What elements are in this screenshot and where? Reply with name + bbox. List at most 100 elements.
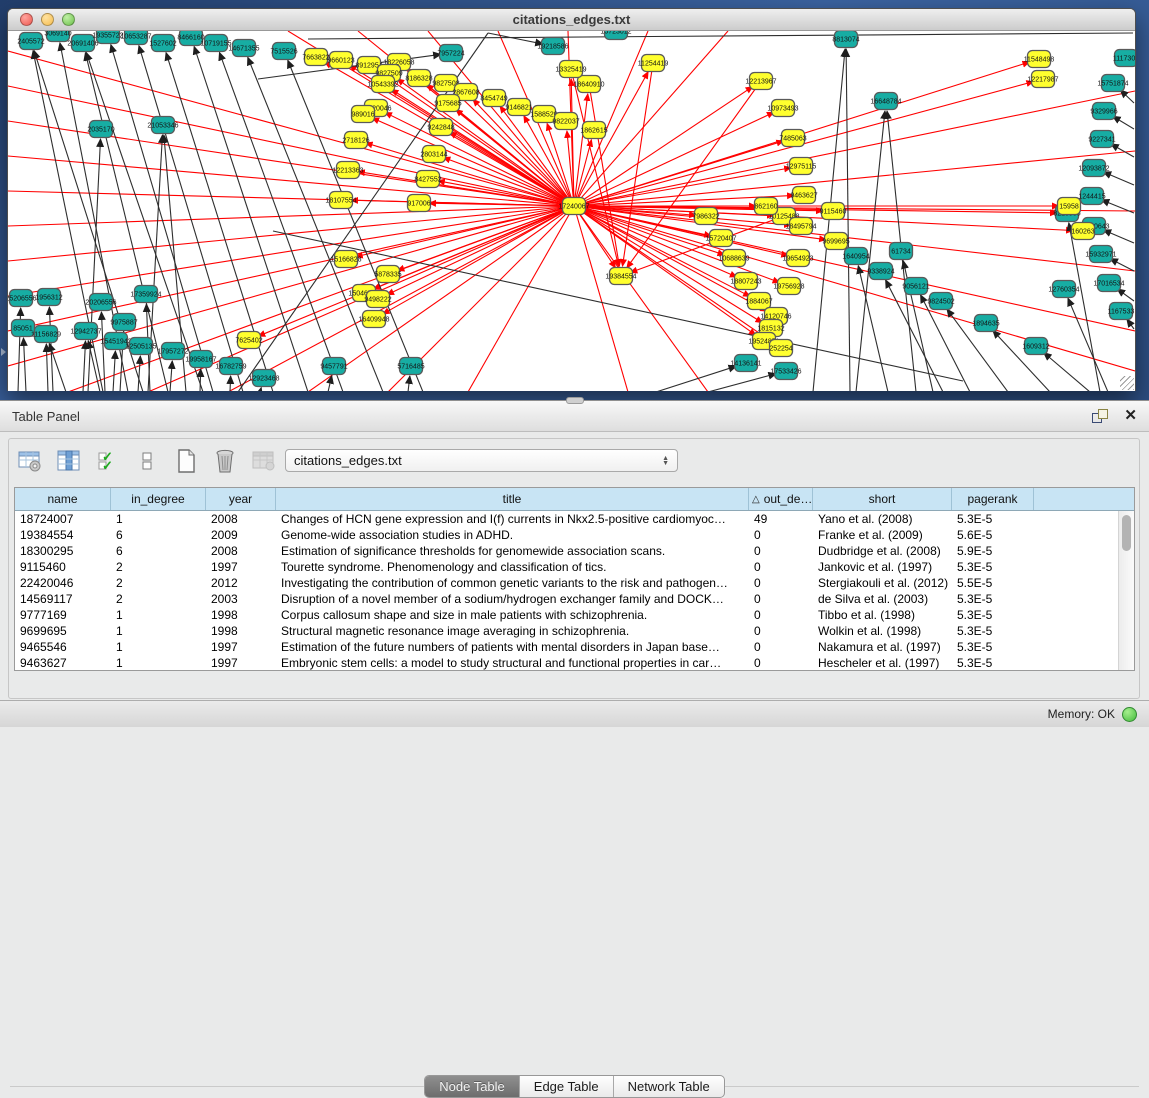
graph-node[interactable]: 9822037	[552, 113, 579, 130]
column-header-name[interactable]: name	[15, 488, 111, 510]
graph-node[interactable]: 8427552	[414, 171, 441, 188]
graph-node[interactable]: 9056121	[902, 278, 929, 295]
graph-node[interactable]: 9329966	[1090, 103, 1117, 120]
zoom-window-button[interactable]	[62, 13, 75, 26]
graph-node[interactable]: 7625402	[235, 332, 262, 349]
graph-node[interactable]: 2718126	[342, 132, 369, 149]
graph-node[interactable]: 9824502	[927, 293, 954, 310]
graph-node[interactable]: 16782759	[215, 358, 246, 375]
graph-node[interactable]: 11548498	[1024, 51, 1055, 68]
column-checklist-icon[interactable]: ✓✓	[94, 447, 122, 475]
table-row[interactable]: 946554611997Estimation of the future num…	[15, 639, 1118, 655]
graph-node[interactable]: 15720407	[705, 230, 736, 247]
graph-node[interactable]: 12213363	[332, 162, 363, 179]
graph-node[interactable]: 5878335	[374, 266, 401, 283]
panel-collapse-arrow[interactable]	[1, 348, 6, 356]
graph-node[interactable]: 1167533	[1108, 303, 1135, 320]
table-row[interactable]: 1872400712008Changes of HCN gene express…	[15, 511, 1118, 527]
scrollbar-thumb[interactable]	[1122, 515, 1131, 551]
graph-node[interactable]: 18107554	[325, 192, 356, 209]
select-column-icon[interactable]	[55, 447, 83, 475]
graph-node[interactable]: 8454749	[480, 90, 507, 107]
graph-node[interactable]: 11156829	[31, 326, 61, 343]
graph-node[interactable]: 15166828	[330, 251, 361, 268]
float-panel-icon[interactable]	[1092, 409, 1108, 423]
graph-node[interactable]: 17359924	[130, 286, 161, 303]
graph-node[interactable]: 2035170	[87, 121, 114, 138]
graph-node[interactable]: 12093872	[1078, 160, 1109, 177]
graph-node[interactable]: 19756928	[773, 278, 804, 295]
graph-node[interactable]: 1894635	[972, 315, 999, 332]
graph-node[interactable]: 160263	[1071, 223, 1094, 240]
graph-node[interactable]: 13325419	[555, 61, 586, 78]
graph-node[interactable]: 917006	[407, 195, 430, 212]
close-panel-icon[interactable]: ✕	[1124, 409, 1137, 423]
row-height-icon[interactable]	[133, 447, 161, 475]
graph-node[interactable]: 1609312	[1022, 338, 1049, 355]
graph-node[interactable]: 8813074	[832, 31, 859, 48]
graph-node[interactable]: 25206556	[8, 290, 37, 307]
table-row[interactable]: 911546021997Tourette syndrome. Phenomeno…	[15, 559, 1118, 575]
graph-node[interactable]: 1956312	[35, 289, 62, 306]
window-titlebar[interactable]: citations_edges.txt	[8, 9, 1135, 31]
table-row[interactable]: 1830029562008Estimation of significance …	[15, 543, 1118, 559]
table-row[interactable]: 946362711997Embryonic stem cells: a mode…	[15, 655, 1118, 670]
graph-node[interactable]: 862160	[754, 198, 777, 215]
table-selector-dropdown[interactable]: citations_edges.txt ▲▼	[285, 449, 678, 472]
graph-node[interactable]: 252254	[769, 340, 792, 357]
graph-node[interactable]: 1527602	[149, 35, 176, 52]
graph-node[interactable]: 9146821	[505, 99, 532, 116]
graph-node[interactable]: 9242848	[427, 119, 454, 136]
graph-node[interactable]: 9463627	[790, 187, 817, 204]
graph-node[interactable]: 7986322	[692, 208, 719, 225]
graph-node[interactable]: 18807243	[730, 273, 761, 290]
column-header-out_de[interactable]: △out_de…	[749, 488, 813, 510]
graph-node[interactable]: 2405572	[17, 33, 44, 50]
graph-node[interactable]: 1862615	[580, 122, 607, 139]
graph-node[interactable]: 19355722	[92, 31, 123, 44]
graph-node[interactable]: 9498222	[364, 291, 391, 308]
graph-node[interactable]: 9975887	[110, 314, 137, 331]
graph-node[interactable]: 10719155	[200, 35, 231, 52]
graph-node[interactable]: 17533426	[770, 363, 801, 380]
graph-node[interactable]: 17240067	[558, 198, 589, 215]
column-header-title[interactable]: title	[276, 488, 749, 510]
citation-network-graph[interactable]: 2405572306914020691406193557221065328715…	[8, 31, 1135, 391]
graph-node[interactable]: 7663822	[302, 49, 329, 66]
graph-node[interactable]: 21053346	[147, 117, 178, 134]
column-header-pagerank[interactable]: pagerank	[952, 488, 1034, 510]
graph-node[interactable]: 9175685	[434, 95, 461, 112]
minimize-window-button[interactable]	[41, 13, 54, 26]
graph-node[interactable]: 14671355	[228, 40, 259, 57]
close-window-button[interactable]	[20, 13, 33, 26]
graph-node[interactable]: 12217987	[1027, 71, 1058, 88]
tab-edge-table[interactable]: Edge Table	[520, 1076, 614, 1097]
graph-node[interactable]: 9227341	[1088, 131, 1115, 148]
graph-node[interactable]: 18495794	[785, 218, 816, 235]
graph-node[interactable]: 15958	[1058, 198, 1081, 215]
graph-node[interactable]: 16409948	[358, 311, 389, 328]
graph-node[interactable]: 9115460	[820, 203, 847, 220]
graph-node[interactable]: 12505135	[125, 338, 156, 355]
graph-node[interactable]: 14136141	[730, 355, 761, 372]
graph-node[interactable]: 15932971	[1085, 246, 1116, 263]
graph-node[interactable]: 5716485	[397, 358, 424, 375]
graph-node[interactable]: 989016	[351, 106, 374, 123]
graph-node[interactable]: 12760354	[1048, 281, 1079, 298]
graph-node[interactable]: 19958167	[185, 351, 216, 368]
graph-node[interactable]: 15723012	[600, 31, 631, 40]
graph-node[interactable]: 1640954	[842, 248, 869, 265]
delete-trash-icon[interactable]	[211, 447, 239, 475]
column-header-short[interactable]: short	[813, 488, 952, 510]
graph-node[interactable]: 1244415	[1078, 188, 1105, 205]
table-row[interactable]: 1456911722003Disruption of a novel membe…	[15, 591, 1118, 607]
graph-node[interactable]: 10653287	[120, 31, 151, 45]
graph-node[interactable]: 16648784	[870, 93, 901, 110]
graph-node[interactable]: 10543392	[367, 76, 398, 93]
graph-node[interactable]: 12975115	[786, 158, 817, 175]
graph-node[interactable]: 12213967	[745, 73, 776, 90]
graph-node[interactable]: 10688639	[718, 250, 749, 267]
table-settings-icon[interactable]	[16, 447, 44, 475]
graph-node[interactable]: 9457791	[320, 358, 347, 375]
graph-node[interactable]: 9338924	[867, 263, 894, 280]
